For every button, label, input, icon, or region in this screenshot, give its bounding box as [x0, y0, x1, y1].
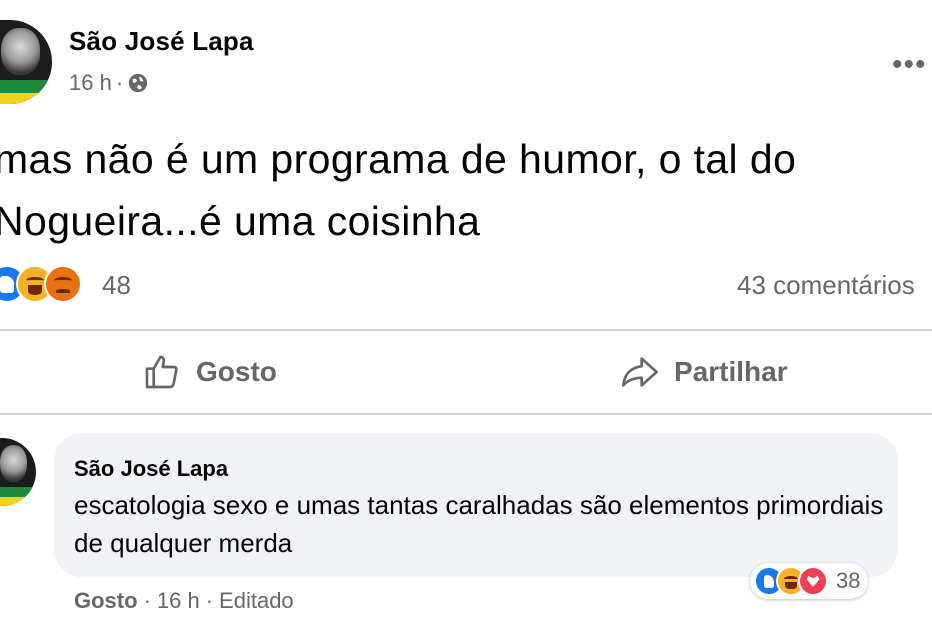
- angry-reaction-icon: [44, 265, 82, 303]
- comment-author-name[interactable]: São José Lapa: [74, 456, 228, 482]
- meta-separator: ·: [143, 588, 151, 613]
- avatar-band-yellow: [0, 93, 52, 104]
- post-meta: 16 h ·: [69, 70, 149, 96]
- post-body: mas não é um programa de humor, o tal do…: [0, 128, 796, 252]
- comment-time[interactable]: 16 h: [157, 588, 200, 614]
- share-arrow-icon: [622, 357, 658, 387]
- comment-edited-label[interactable]: Editado: [219, 588, 294, 614]
- avatar-band-yellow: [0, 497, 36, 506]
- avatar-band-green: [0, 80, 52, 94]
- meta-separator: ·: [115, 70, 124, 95]
- more-options-icon[interactable]: •••: [892, 50, 927, 80]
- like-button-label: Gosto: [196, 356, 277, 387]
- comment-author-avatar[interactable]: [0, 438, 36, 506]
- share-button-label: Partilhar: [674, 356, 788, 387]
- comment-reactions[interactable]: 38: [750, 563, 869, 599]
- thumbs-up-icon: [145, 355, 178, 389]
- avatar-face: [0, 444, 28, 483]
- comment-meta: Gosto · 16 h · Editado: [74, 588, 294, 614]
- globe-icon: [128, 73, 148, 93]
- divider-top: [0, 329, 932, 331]
- like-button[interactable]: Gosto: [142, 352, 277, 392]
- post-time[interactable]: 16 h: [69, 70, 112, 96]
- divider-bottom: [0, 413, 932, 415]
- post-author-avatar[interactable]: [0, 20, 52, 104]
- post-text-line-1: mas não é um programa de humor, o tal do: [0, 136, 797, 182]
- comments-count[interactable]: 43 comentários: [737, 270, 915, 301]
- comment-text: escatologia sexo e umas tantas caralhada…: [74, 490, 884, 558]
- share-button[interactable]: Partilhar: [620, 352, 788, 392]
- post-reactions[interactable]: [0, 265, 82, 303]
- reaction-count[interactable]: 48: [102, 270, 131, 301]
- post-text-line-2: Nogueira...é uma coisinha: [0, 198, 481, 244]
- comment-reaction-count: 38: [836, 568, 861, 593]
- avatar-face: [1, 28, 40, 75]
- comment-like-link[interactable]: Gosto: [74, 588, 138, 614]
- meta-separator: ·: [205, 588, 214, 613]
- love-reaction-icon: [798, 566, 828, 596]
- post-author-name[interactable]: São José Lapa: [69, 26, 254, 57]
